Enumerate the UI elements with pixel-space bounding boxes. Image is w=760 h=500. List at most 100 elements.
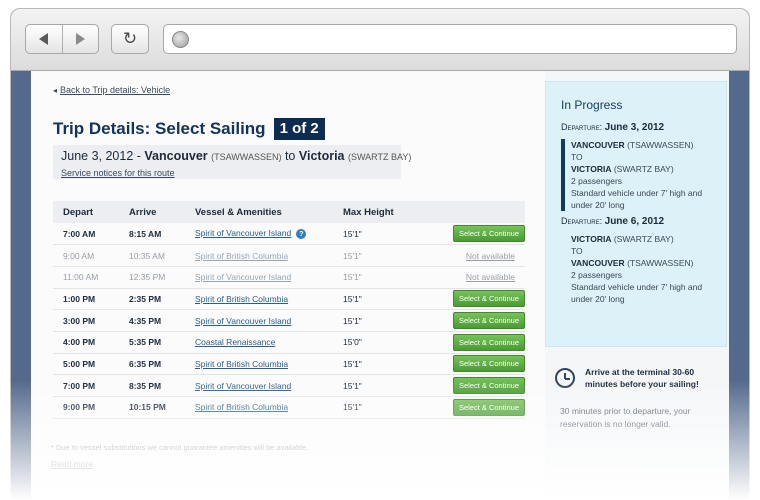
to-terminal: (TSAWWASSEN) xyxy=(627,258,694,268)
to-terminal: (SWARTZ BAY) xyxy=(613,164,674,174)
back-to-vehicle-link[interactable]: ◂ Back to Trip details: Vehicle xyxy=(53,85,170,95)
from-terminal: (TSAWWASSEN) xyxy=(627,140,694,150)
select-continue-button[interactable]: Select & Continue xyxy=(452,333,525,351)
vessel-link[interactable]: Coastal Renaissance xyxy=(195,337,275,347)
arrive-time: 2:35 PM xyxy=(119,288,185,311)
departure-line: Departure: June 6, 2012 xyxy=(561,216,721,227)
progress-title: In Progress xyxy=(561,98,623,112)
depart-time: 11:00 AM xyxy=(53,266,119,289)
chevron-left-icon: ◂ xyxy=(53,86,58,95)
select-continue-button[interactable]: Select & Continue xyxy=(452,312,525,330)
max-height: 15'1" xyxy=(333,353,421,376)
service-notices-link[interactable]: Service notices for this route xyxy=(61,168,175,178)
amenities-footnote: * Due to vessel substitutions we cannot … xyxy=(51,443,309,452)
arrive-time: 8:35 PM xyxy=(119,374,185,397)
browser-toolbar: ↻ xyxy=(11,9,749,71)
vessel-cell: Spirit of British Columbia xyxy=(185,244,333,267)
vessel-cell: Spirit of Vancouver Island? xyxy=(185,223,333,246)
step-badge: 1 of 2 xyxy=(273,118,325,140)
forward-button[interactable] xyxy=(61,25,98,53)
vessel-link[interactable]: Spirit of British Columbia xyxy=(195,402,288,412)
header-max-height: Max Height xyxy=(333,201,421,223)
max-height: 15'1" xyxy=(333,223,421,246)
page-viewport: ◂ Back to Trip details: Vehicle Trip Deta… xyxy=(11,71,749,500)
header-depart: Depart xyxy=(53,201,119,223)
back-button[interactable] xyxy=(26,25,62,53)
vessel-cell: Spirit of British Columbia xyxy=(185,288,333,311)
sidebar: In Progress Departure: June 3, 2012 VANCO… xyxy=(545,71,729,500)
vessel-link[interactable]: Spirit of Vancouver Island xyxy=(195,228,291,238)
action-cell: Select & Continue xyxy=(421,223,525,246)
table-row: 1:00 PM 2:35 PM Spirit of British Columbia… xyxy=(53,288,525,311)
select-continue-button[interactable]: Select & Continue xyxy=(452,355,525,373)
action-cell: Select & Continue xyxy=(421,288,525,311)
leg-from: VANCOUVER (TSAWWASSEN) xyxy=(571,139,721,151)
route-origin: Vancouver xyxy=(144,149,208,163)
arrive-time: 8:15 AM xyxy=(119,223,185,246)
depart-time: 4:00 PM xyxy=(53,331,119,354)
leg-details: VANCOUVER (TSAWWASSEN) TO VICTORIA (SWARTZ… xyxy=(561,139,721,211)
info-icon[interactable]: ? xyxy=(296,228,307,239)
route-summary: June 3, 2012 - Vancouver (TSAWWASSEN) to… xyxy=(53,145,411,179)
from-city: VANCOUVER xyxy=(571,140,625,150)
arrow-left-icon xyxy=(39,33,49,45)
table-row: 4:00 PM 5:35 PM Coastal Renaissance 15'0" Se… xyxy=(53,331,525,354)
route-destination-terminal: (SWARTZ BAY) xyxy=(347,152,412,162)
to-city: VICTORIA xyxy=(571,164,612,174)
select-continue-button[interactable]: Select & Continue xyxy=(452,398,525,416)
max-height: 15'1" xyxy=(333,266,421,289)
notice-body: 30 minutes prior to departure, your rese… xyxy=(560,406,691,429)
vessel-link[interactable]: Spirit of Vancouver Island xyxy=(195,272,291,282)
vessel-cell: Spirit of Vancouver Island xyxy=(185,374,333,397)
leg-passengers: 2 passengers xyxy=(571,270,623,280)
from-city: VICTORIA xyxy=(571,234,612,244)
reload-button[interactable]: ↻ xyxy=(111,24,149,54)
header-arrive: Arrive xyxy=(119,201,185,223)
notice-title: Arrive at the terminal 30-60 minutes bef… xyxy=(585,367,699,389)
table-header-row: Depart Arrive Vessel & Amenities Max Hei… xyxy=(53,201,525,223)
sailings-table: Depart Arrive Vessel & Amenities Max Hei… xyxy=(53,201,525,419)
trip-leg: Departure: June 6, 2012 VICTORIA (SWARTZ … xyxy=(561,216,721,305)
departure-date: June 6, 2012 xyxy=(604,216,665,227)
departure-label: Departure: xyxy=(561,122,603,132)
action-cell: Not available xyxy=(421,244,525,267)
to-city: VANCOUVER xyxy=(571,258,625,268)
depart-time: 5:00 PM xyxy=(53,353,119,376)
leg-from: VICTORIA (SWARTZ BAY) xyxy=(571,233,721,245)
leg-passengers: 2 passengers xyxy=(571,176,623,186)
action-cell: Select & Continue xyxy=(421,309,525,332)
arrive-time: 5:35 PM xyxy=(119,331,185,354)
not-available-link[interactable]: Not available xyxy=(466,272,515,282)
vessel-link[interactable]: Spirit of British Columbia xyxy=(195,359,288,369)
route-destination: Victoria xyxy=(298,149,345,163)
sailings-table-body: 7:00 AM 8:15 AM Spirit of Vancouver Island… xyxy=(53,223,525,419)
select-continue-button[interactable]: Select & Continue xyxy=(452,225,525,243)
select-continue-button[interactable]: Select & Continue xyxy=(452,290,525,308)
depart-time: 7:00 AM xyxy=(53,223,119,246)
depart-time: 3:00 PM xyxy=(53,309,119,332)
leg-to: VICTORIA (SWARTZ BAY) xyxy=(571,163,721,175)
arrive-time: 10:35 AM xyxy=(119,244,185,267)
leg-vehicle: Standard vehicle under 7' high and under… xyxy=(571,188,703,210)
route-origin-terminal: (TSAWWASSEN) xyxy=(211,152,282,162)
vessel-link[interactable]: Spirit of Vancouver Island xyxy=(195,316,291,326)
read-more-link[interactable]: Read more xyxy=(51,459,93,469)
action-cell: Not available xyxy=(421,266,525,289)
page-content: ◂ Back to Trip details: Vehicle Trip Deta… xyxy=(31,71,729,500)
action-cell: Select & Continue xyxy=(421,331,525,354)
max-height: 15'1" xyxy=(333,309,421,332)
vessel-link[interactable]: Spirit of British Columbia xyxy=(195,251,288,261)
not-available-link[interactable]: Not available xyxy=(466,251,515,261)
header-action xyxy=(421,201,525,223)
address-bar[interactable] xyxy=(163,24,737,54)
max-height: 15'1" xyxy=(333,396,421,419)
select-continue-button[interactable]: Select & Continue xyxy=(452,377,525,395)
vessel-link[interactable]: Spirit of British Columbia xyxy=(195,294,288,304)
leg-to-word: TO xyxy=(571,152,583,162)
main-column: ◂ Back to Trip details: Vehicle Trip Deta… xyxy=(31,71,545,500)
depart-time: 9:00 AM xyxy=(53,244,119,267)
nav-buttons xyxy=(25,24,99,54)
vessel-link[interactable]: Spirit of Vancouver Island xyxy=(195,381,291,391)
vessel-cell: Spirit of Vancouver Island xyxy=(185,266,333,289)
table-row: 7:00 PM 8:35 PM Spirit of Vancouver Island… xyxy=(53,374,525,397)
